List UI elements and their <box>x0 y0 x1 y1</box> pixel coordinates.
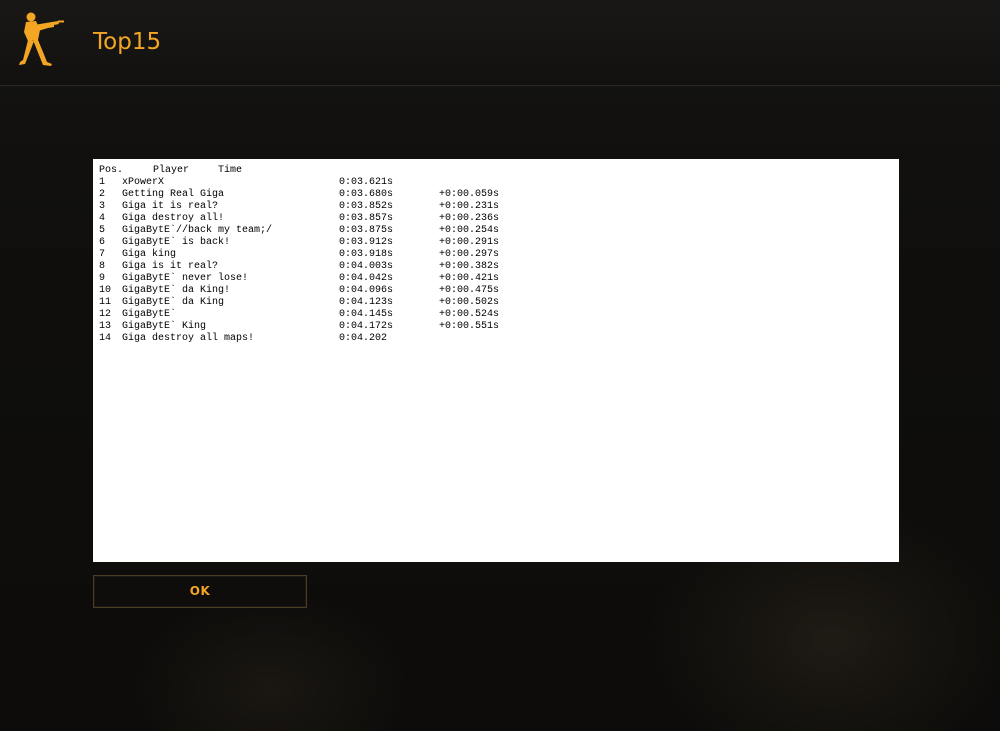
table-row: 14 Giga destroy all maps! 0:04.202 <box>99 333 387 345</box>
window-title: Top15 <box>93 29 162 55</box>
row-pos: 1 <box>99 177 106 188</box>
row-diff: +0:00.382s <box>439 261 500 272</box>
row-player: GigaBytE` never lose! <box>122 273 249 284</box>
table-header-row: Pos. Player Time <box>99 165 242 177</box>
row-diff: +0:00.059s <box>439 189 500 200</box>
table-row: 12 GigaBytE` 0:04.145s +0:00.524s <box>99 309 499 321</box>
row-time: 0:03.852s <box>339 201 394 212</box>
row-player: Giga is it real? <box>122 261 219 272</box>
row-time: 0:04.096s <box>339 285 394 296</box>
row-pos: 3 <box>99 201 106 212</box>
row-time: 0:03.857s <box>339 213 394 224</box>
row-player: GigaBytE` da King <box>122 297 225 308</box>
row-diff: +0:00.551s <box>439 321 500 332</box>
row-time: 0:03.918s <box>339 249 394 260</box>
table-row: 6 GigaBytE` is back! 0:03.912s +0:00.291s <box>99 237 499 249</box>
row-player: GigaBytE` da King! <box>122 285 231 296</box>
row-pos: 6 <box>99 237 106 248</box>
table-row: 13 GigaBytE` King 0:04.172s +0:00.551s <box>99 321 499 333</box>
row-pos: 11 <box>99 297 112 308</box>
row-player: xPowerX <box>122 177 165 188</box>
row-pos: 9 <box>99 273 106 284</box>
row-player: Giga destroy all maps! <box>122 333 255 344</box>
row-diff: +0:00.502s <box>439 297 500 308</box>
row-diff: +0:00.524s <box>439 309 500 320</box>
row-diff: +0:00.475s <box>439 285 500 296</box>
row-player: GigaBytE`//back my team;/ <box>122 225 273 236</box>
row-player: GigaBytE` <box>122 309 177 320</box>
table-rows: 1 xPowerX 0:03.621s 2 Getting Real Giga 0:03.… <box>99 177 499 345</box>
leaderboard-table: Pos. Player Time 1 xPowerX 0:03.621s 2 Getti… <box>99 165 499 345</box>
top15-window: Top15 Pos. Player Time 1 xPowerX 0:03.621s… <box>0 0 1000 731</box>
row-pos: 14 <box>99 333 112 344</box>
top15-text-panel[interactable]: Pos. Player Time 1 xPowerX 0:03.621s 2 Getti… <box>93 159 899 562</box>
row-pos: 10 <box>99 285 112 296</box>
row-diff: +0:00.291s <box>439 237 500 248</box>
row-player: Giga it is real? <box>122 201 219 212</box>
row-diff: +0:00.421s <box>439 273 500 284</box>
table-row: 8 Giga is it real? 0:04.003s +0:00.382s <box>99 261 499 273</box>
row-pos: 2 <box>99 189 106 200</box>
row-time: 0:04.145s <box>339 309 394 320</box>
table-row: 7 Giga king 0:03.918s +0:00.297s <box>99 249 499 261</box>
table-row: 2 Getting Real Giga 0:03.680s +0:00.059s <box>99 189 499 201</box>
row-player: Getting Real Giga <box>122 189 225 200</box>
row-time: 0:03.912s <box>339 237 394 248</box>
row-time: 0:03.875s <box>339 225 394 236</box>
row-pos: 8 <box>99 261 106 272</box>
table-row: 3 Giga it is real? 0:03.852s +0:00.231s <box>99 201 499 213</box>
row-diff: +0:00.297s <box>439 249 500 260</box>
row-pos: 13 <box>99 321 112 332</box>
row-player: Giga king <box>122 249 177 260</box>
table-row: 9 GigaBytE` never lose! 0:04.042s +0:00.421… <box>99 273 499 285</box>
row-time: 0:04.172s <box>339 321 394 332</box>
table-row: 11 GigaBytE` da King 0:04.123s +0:00.502s <box>99 297 499 309</box>
counter-strike-soldier-icon <box>19 12 64 66</box>
row-time: 0:04.003s <box>339 261 394 272</box>
row-diff: +0:00.236s <box>439 213 500 224</box>
table-row: 5 GigaBytE`//back my team;/ 0:03.875s +0:00… <box>99 225 499 237</box>
row-player: GigaBytE` King <box>122 321 207 332</box>
table-row: 10 GigaBytE` da King! 0:04.096s +0:00.475s <box>99 285 499 297</box>
row-pos: 5 <box>99 225 106 236</box>
header-time: Time <box>218 165 243 176</box>
table-row: 1 xPowerX 0:03.621s <box>99 177 393 189</box>
row-time: 0:04.042s <box>339 273 394 284</box>
ok-button[interactable]: OK <box>93 575 307 608</box>
table-row: 4 Giga destroy all! 0:03.857s +0:00.236s <box>99 213 499 225</box>
row-time: 0:04.123s <box>339 297 394 308</box>
row-time: 0:03.621s <box>339 177 394 188</box>
header-pos: Pos. <box>99 165 124 176</box>
row-player: GigaBytE` is back! <box>122 237 231 248</box>
row-pos: 7 <box>99 249 106 260</box>
row-time: 0:04.202 <box>339 333 388 344</box>
row-pos: 12 <box>99 309 112 320</box>
row-diff: +0:00.231s <box>439 201 500 212</box>
row-pos: 4 <box>99 213 106 224</box>
header-player: Player <box>153 165 190 176</box>
window-header: Top15 <box>0 0 1000 86</box>
row-player: Giga destroy all! <box>122 213 225 224</box>
row-time: 0:03.680s <box>339 189 394 200</box>
row-diff: +0:00.254s <box>439 225 500 236</box>
